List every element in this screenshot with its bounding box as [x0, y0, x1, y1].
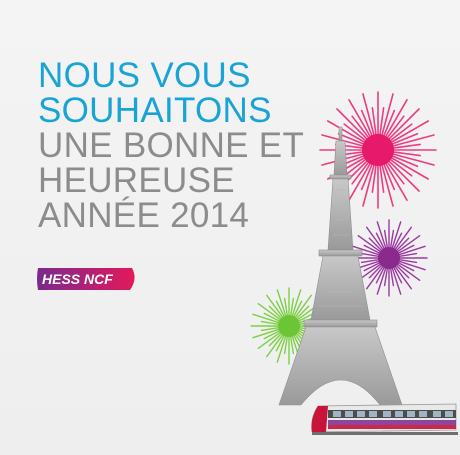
illustration: [250, 91, 458, 435]
train-icon: [311, 403, 458, 435]
greeting-card: NOUS VOUS SOUHAITONS UNE BONNE ET HEUREU…: [0, 0, 460, 455]
